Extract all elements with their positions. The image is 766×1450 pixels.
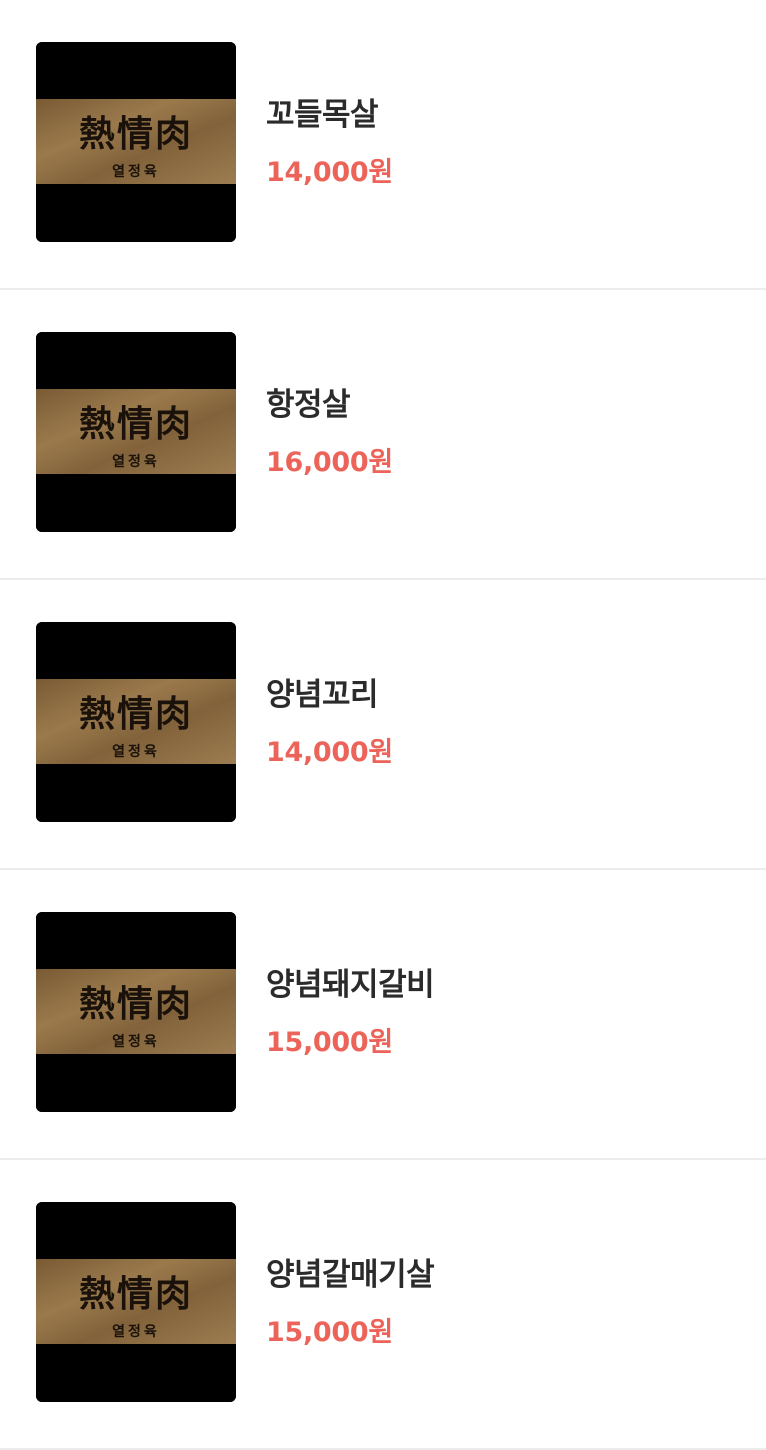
menu-item-name: 꼬들목살 bbox=[266, 97, 379, 133]
menu-item-name: 항정살 bbox=[266, 387, 351, 423]
menu-item-info: 양념꼬리 14,000원 bbox=[266, 675, 393, 771]
menu-item-info: 꼬들목살 14,000원 bbox=[266, 95, 393, 191]
menu-item-image: 熱情肉 열정육 bbox=[36, 42, 236, 242]
restaurant-logo: 熱情肉 열정육 bbox=[36, 1202, 236, 1402]
menu-item[interactable]: 熱情肉 열정육 꼬들목살 14,000원 bbox=[0, 0, 766, 290]
menu-item-price: 15,000원 bbox=[266, 1317, 393, 1348]
menu-item-price: 15,000원 bbox=[266, 1027, 393, 1058]
restaurant-logo: 熱情肉 열정육 bbox=[36, 332, 236, 532]
menu-item-name: 양념돼지갈비 bbox=[266, 967, 435, 1003]
menu-item-info: 양념갈매기살 15,000원 bbox=[266, 1255, 435, 1351]
logo-main-text: 熱情肉 bbox=[79, 1273, 193, 1315]
menu-item-price: 16,000원 bbox=[266, 447, 393, 478]
menu-item-info: 양념돼지갈비 15,000원 bbox=[266, 965, 435, 1061]
restaurant-logo: 熱情肉 열정육 bbox=[36, 42, 236, 242]
menu-item[interactable]: 熱情肉 열정육 양념돼지갈비 15,000원 bbox=[0, 870, 766, 1160]
logo-main-text: 熱情肉 bbox=[79, 403, 193, 445]
menu-item-image: 熱情肉 열정육 bbox=[36, 622, 236, 822]
logo-sub-text: 열정육 bbox=[112, 1033, 160, 1050]
logo-sub-text: 열정육 bbox=[112, 453, 160, 470]
restaurant-logo: 熱情肉 열정육 bbox=[36, 622, 236, 822]
menu-item-image: 熱情肉 열정육 bbox=[36, 332, 236, 532]
logo-main-text: 熱情肉 bbox=[79, 113, 193, 155]
logo-main-text: 熱情肉 bbox=[79, 983, 193, 1025]
logo-sub-text: 열정육 bbox=[112, 743, 160, 760]
logo-sub-text: 열정육 bbox=[112, 163, 160, 180]
logo-sub-text: 열정육 bbox=[112, 1323, 160, 1340]
menu-item-image: 熱情肉 열정육 bbox=[36, 912, 236, 1112]
restaurant-logo: 熱情肉 열정육 bbox=[36, 912, 236, 1112]
menu-item-price: 14,000원 bbox=[266, 737, 393, 768]
menu-item[interactable]: 熱情肉 열정육 항정살 16,000원 bbox=[0, 290, 766, 580]
menu-item-name: 양념꼬리 bbox=[266, 677, 379, 713]
menu-item-image: 熱情肉 열정육 bbox=[36, 1202, 236, 1402]
menu-item[interactable]: 熱情肉 열정육 양념꼬리 14,000원 bbox=[0, 580, 766, 870]
logo-main-text: 熱情肉 bbox=[79, 693, 193, 735]
menu-item-info: 항정살 16,000원 bbox=[266, 385, 393, 481]
menu-item-name: 양념갈매기살 bbox=[266, 1257, 435, 1293]
menu-list: 熱情肉 열정육 꼬들목살 14,000원 熱情肉 열정육 항정살 16,000원… bbox=[0, 0, 766, 1450]
menu-item[interactable]: 熱情肉 열정육 양념갈매기살 15,000원 bbox=[0, 1160, 766, 1450]
menu-item-price: 14,000원 bbox=[266, 157, 393, 188]
